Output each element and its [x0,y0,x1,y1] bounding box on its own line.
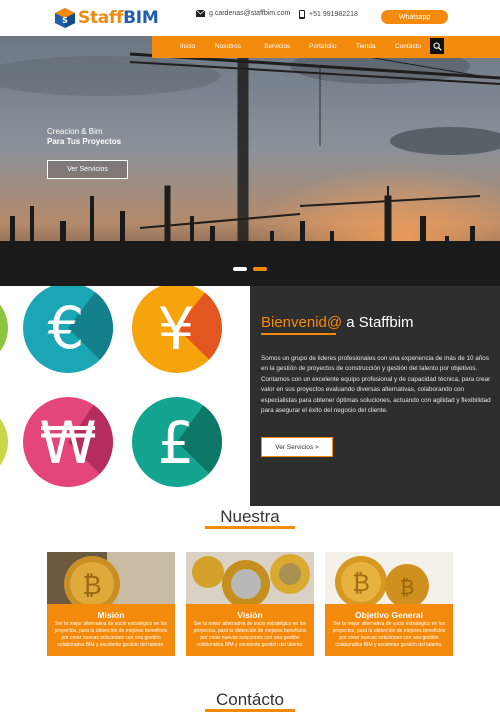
svg-text:¥: ¥ [158,295,195,363]
nav-item-servicios[interactable]: Servicios [264,43,290,50]
nav-item-tienda[interactable]: Tienda [356,43,376,50]
whatsapp-button[interactable]: Whatsapp [381,10,448,24]
vision-card-image [186,552,314,604]
phone-text: +51 991982218 [309,11,358,18]
objetivo-card-body: Objetivo General Ser la mejor alternativ… [325,604,453,656]
logo-cube-icon: S [55,8,75,28]
svg-text:£: £ [158,409,195,477]
hero-title-line1: Creacion & Bim [47,127,103,136]
mision-card-body: Misión Ser la mejor alternativa de socio… [47,604,175,656]
svg-text:₿: ₿ [82,571,101,601]
header-phone[interactable]: +51 991982218 [299,10,358,19]
nav-item-portafolio[interactable]: Portafolio [309,43,336,50]
nuestra-underline [205,526,295,529]
mision-card-text: Ser la mejor alternativa de socio estrat… [54,621,168,648]
svg-text:€: € [48,294,85,362]
won-coin-icon: ₩ [23,397,113,487]
currency-coins-illustration: € ¥ ₩ £ [0,286,222,487]
svg-text:S: S [62,16,68,25]
envelope-icon [196,10,205,17]
vision-card-text: Ser la mejor alternativa de socio estrat… [193,621,307,648]
slider-dot-1[interactable] [233,267,247,271]
search-icon [432,41,442,51]
mision-card[interactable]: ₿ Misión Ser la mejor alternativa de soc… [47,552,175,656]
vision-card-body: Visión Ser la mejor alternativa de socio… [186,604,314,656]
hero-ver-servicios-button[interactable]: Ver Servicios [47,160,128,179]
objetivo-card-text: Ser la mejor alternativa de socio estrat… [332,621,446,648]
pound-coin-icon: £ [132,397,222,487]
yen-coin-icon: ¥ [132,286,222,373]
euro-coin-icon: € [23,286,113,373]
slider-dot-2[interactable] [253,267,267,271]
svg-text:₿: ₿ [400,575,415,599]
nav-search-button[interactable] [430,38,444,54]
header-email[interactable]: g.cardenas@staffbim.com [196,10,290,17]
objetivo-general-card[interactable]: ₿ ₿ Objetivo General Ser la mejor altern… [325,552,453,656]
nav-item-nosotros[interactable]: Nosotros [215,43,241,50]
svg-text:₿: ₿ [352,569,370,597]
contacto-title: Contácto [215,690,285,709]
mision-card-image: ₿ [47,552,175,604]
svg-text:₩: ₩ [39,409,96,477]
vision-card-title: Visión [237,610,263,620]
currency-icons-image: € ¥ ₩ £ [0,286,250,506]
objetivo-card-title: Objetivo General [354,610,424,620]
mision-card-title: Misión [97,610,125,620]
nuestra-title: Nuestra [220,507,280,526]
email-text: g.cardenas@staffbim.com [209,10,291,17]
top-header: S StaffBIM g.cardenas@staffbim.com +51 9… [0,0,500,36]
nav-item-contacto[interactable]: Contácto [395,43,421,50]
objetivo-card-image: ₿ ₿ [325,552,453,604]
staffbim-logo[interactable]: S StaffBIM [54,6,159,30]
mobile-phone-icon [299,10,305,19]
contacto-underline [205,709,295,712]
nav-item-inicio[interactable]: Inicio [180,43,195,50]
vision-card[interactable]: Visión Ser la mejor alternativa de socio… [186,552,314,656]
welcome-title: Bienvenid@ a Staffbim [261,314,414,331]
welcome-ver-servicios-button[interactable]: Ver Servicios > [261,437,333,457]
welcome-underline [261,333,336,335]
hero-title-line2: Para Tus Proyectos [47,137,122,146]
logo-text: StaffBIM [78,8,159,28]
welcome-description: Somos un grupo de lideres profesionales … [261,355,491,415]
main-navbar: Inicio Nosotros Servicios Portafolio Tie… [152,36,500,58]
